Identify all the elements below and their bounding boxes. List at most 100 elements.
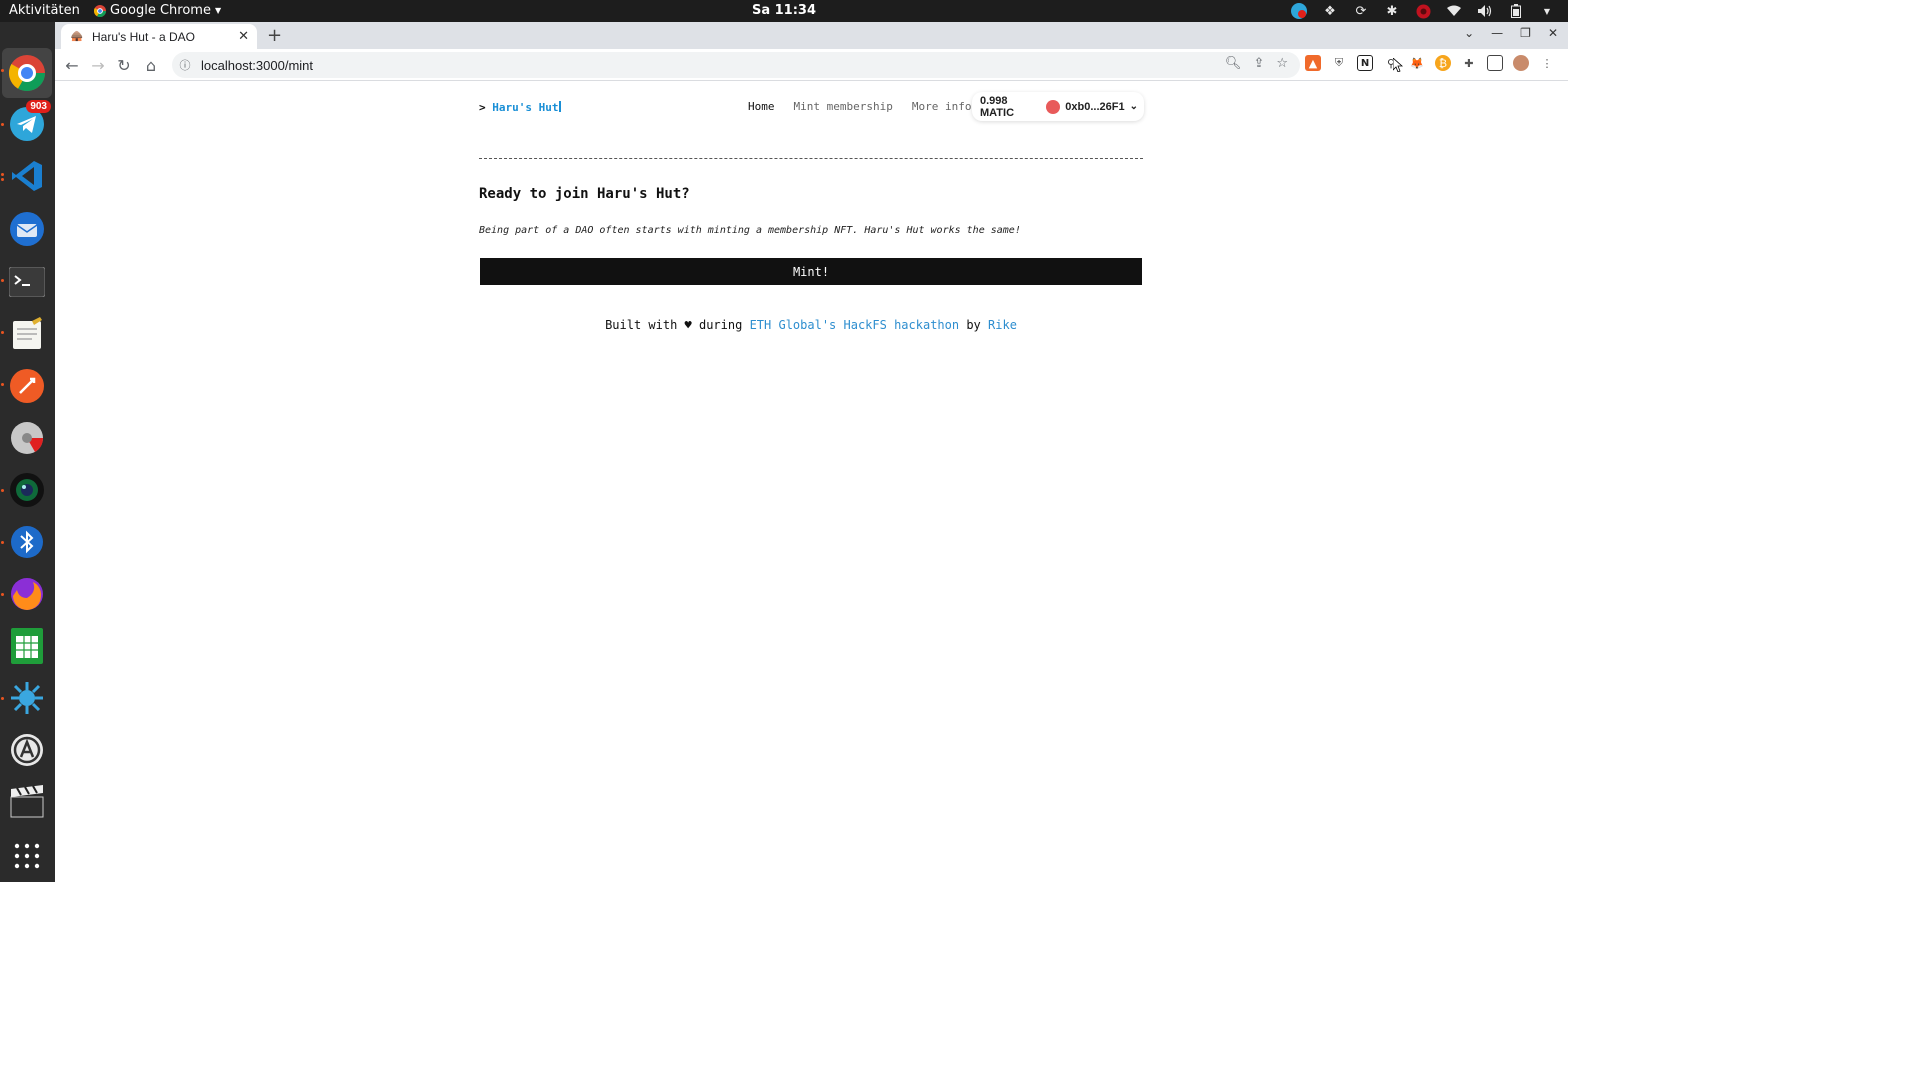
tab-search-chevron-icon[interactable]: ⌄ [1464,26,1474,40]
footer-author-link[interactable]: Rike [988,318,1017,332]
dock-camera[interactable] [7,470,47,510]
disk-usage-icon [11,422,44,454]
dashed-divider [479,158,1143,159]
account-button[interactable]: 0xb0...26F1 ⌄ [1040,94,1144,119]
chrome-icon [8,55,46,92]
reload-icon[interactable]: ↻ [114,55,134,75]
chrome-icon [94,4,106,17]
dock-disk-usage[interactable] [7,418,47,458]
volume-icon[interactable] [1476,2,1494,20]
dock-firefox[interactable] [7,574,47,614]
dock-thunderbird[interactable] [7,209,47,249]
nav-home-link[interactable]: Home [748,100,775,113]
nav-mint-membership-link[interactable]: Mint membership [794,100,893,113]
dropbox-icon[interactable]: ❖ [1321,2,1339,20]
site-brand[interactable]: > Haru's Hut [479,101,562,114]
footer-event-link[interactable]: ETH Global's HackFS hackathon [750,318,960,332]
camera-icon [10,473,44,507]
menu-dots-icon[interactable]: ⋮ [1539,55,1555,71]
extension-lock-icon[interactable]: ▲ [1305,55,1321,71]
unread-badge: 903 [26,100,51,113]
url-text[interactable]: localhost:3000/mint [201,58,313,73]
close-tab-icon[interactable]: ✕ [238,28,249,44]
wifi-icon[interactable] [1445,2,1463,20]
app-menu-label: Google Chrome [110,3,211,18]
sync-icon[interactable]: ⟳ [1352,2,1370,20]
battery-icon[interactable] [1507,2,1525,20]
dock-vscode[interactable] [7,156,47,196]
text-cursor-icon [559,101,562,112]
wallet-balance: 0.998 MATIC [980,94,1015,119]
tab-strip: 🛖 Haru's Hut - a DAO ✕ + ⌄ — ❐ ✕ [55,22,1568,49]
back-arrow-icon[interactable]: ← [62,55,82,75]
telegram-tray-icon[interactable] [1290,2,1308,20]
share-icon[interactable]: ⇪ [1253,56,1264,71]
system-tray: ❖ ⟳ ✱ ▼ [1290,2,1556,20]
mint-button[interactable]: Mint! [480,258,1142,285]
wallet-connect-button[interactable]: 0.998 MATIC 0xb0...26F1 ⌄ [972,92,1144,121]
browser-tab-active[interactable]: 🛖 Haru's Hut - a DAO ✕ [61,24,257,49]
minimize-icon[interactable]: — [1491,26,1503,40]
page-title: Ready to join Haru's Hut? [479,186,690,202]
hut-favicon-icon: 🛖 [70,31,84,42]
bluetooth-icon [11,526,43,558]
dock-terminal[interactable] [7,262,47,302]
mint-description: Being part of a DAO often starts with mi… [479,225,1021,236]
dock-software-updater[interactable] [7,730,47,770]
puzzle-icon[interactable]: ✚ [1461,55,1477,71]
brand-name: Haru's Hut [492,101,559,114]
bluetooth-icon[interactable]: ✱ [1383,2,1401,20]
clapperboard-icon [10,785,44,818]
dock-postman[interactable] [7,366,47,406]
web-page: > Haru's Hut Home Mint membership More i… [55,82,1568,882]
home-icon[interactable]: ⌂ [141,55,161,75]
new-tab-button[interactable]: + [267,25,282,46]
chevron-down-icon: ▼ [214,6,222,15]
power-menu-chevron-icon[interactable]: ▼ [1538,2,1556,20]
dock-spreadsheet[interactable] [7,626,47,666]
browser-toolbar: ← → ↻ ⌂ ⓘ localhost:3000/mint 🔍︎ ⇪ ☆ ▲ ⛨… [55,49,1568,81]
nav-more-info-link[interactable]: More info [912,100,972,113]
chevron-down-icon: ⌄ [1129,101,1138,112]
clock[interactable]: Sa 11:34 [752,3,816,18]
dock-screenshot-tool[interactable] [7,678,47,718]
account-address: 0xb0...26F1 [1065,100,1125,113]
vscode-icon [12,161,42,191]
tab-title: Haru's Hut - a DAO [92,29,195,44]
main-nav: Home Mint membership More info [748,100,971,113]
show-applications-button[interactable] [7,836,47,876]
dock-text-editor[interactable] [7,314,47,354]
dock-video-editor[interactable] [7,782,47,822]
metamask-fox-icon[interactable]: 🦊 [1409,55,1425,71]
app-menu[interactable]: Google Chrome ▼ [94,3,221,18]
site-info-icon[interactable]: ⓘ [178,58,192,72]
bookmark-star-icon[interactable]: ☆ [1276,56,1288,71]
spreadsheet-icon [11,628,43,664]
ubuntu-dock: 903 [0,22,55,882]
forward-arrow-icon[interactable]: → [88,55,108,75]
activities-button[interactable]: Aktivitäten [9,3,80,18]
shield-icon[interactable]: ⛨ [1331,55,1347,71]
notion-icon[interactable]: N [1357,55,1373,71]
address-bar[interactable]: ⓘ localhost:3000/mint 🔍︎ ⇪ ☆ [172,52,1300,78]
page-footer: Built with ♥ during ETH Global's HackFS … [479,318,1143,332]
app-grid-icon [14,843,40,869]
coin-icon[interactable]: ₿ [1435,55,1451,71]
dock-telegram[interactable]: 903 [7,100,51,144]
system-top-bar: Aktivitäten Google Chrome ▼ Sa 11:34 ❖ ⟳… [0,0,1568,22]
postman-icon [10,369,44,403]
profile-avatar[interactable] [1513,55,1529,71]
text-editor-icon [13,317,42,349]
firefox-icon [11,578,43,610]
extensions-bar: ▲ ⛨ N ⚲ 🦊 ₿ ✚ ⋮ [1305,55,1555,71]
footer-built-with: Built with ♥ during [605,318,743,332]
side-panel-icon[interactable] [1487,55,1503,71]
zoom-icon[interactable]: 🔍︎ [1225,56,1242,71]
close-window-icon[interactable]: ✕ [1548,26,1558,40]
terminal-icon [9,267,45,297]
dock-bluetooth[interactable] [7,522,47,562]
software-updater-icon [11,734,43,766]
dock-chrome[interactable] [2,48,52,98]
record-icon[interactable] [1414,2,1432,20]
maximize-icon[interactable]: ❐ [1520,26,1531,40]
